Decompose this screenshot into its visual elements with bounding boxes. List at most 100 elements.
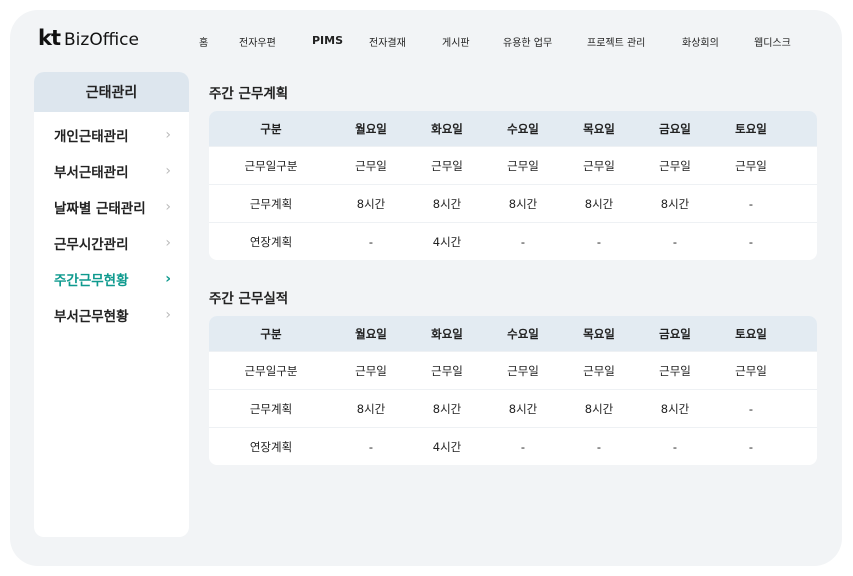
nav-pims[interactable]: PIMS — [312, 34, 343, 47]
row-label: 연장계획 — [249, 234, 293, 249]
nav-approval[interactable]: 전자결재 — [369, 34, 406, 49]
header-cell: 토요일 — [735, 121, 767, 136]
table-cell: 근무일 — [735, 363, 767, 378]
sidebar-item-label: 부서근무현황 — [54, 309, 129, 325]
sidebar-item-personal-attendance[interactable]: 개인근태관리 › — [34, 117, 189, 153]
app-window: kt BizOffice 홈 전자우편 PIMS 전자결재 게시판 유용한 업무… — [10, 10, 842, 566]
header-cell: 화요일 — [431, 326, 463, 341]
weekly-actual-table: 구분 월요일 화요일 수요일 목요일 금요일 토요일 근무일구분 근무일 근무일… — [209, 316, 817, 465]
header-cell: 구분 — [260, 326, 282, 341]
header-cell: 금요일 — [659, 326, 691, 341]
weekly-plan-title: 주간 근무계획 — [209, 86, 289, 102]
table-row: 근무일구분 근무일 근무일 근무일 근무일 근무일 근무일 — [209, 146, 817, 184]
table-cell: - — [748, 196, 754, 211]
sidebar-item-dept-work-status[interactable]: 부서근무현황 › — [34, 297, 189, 333]
table-cell: 4시간 — [432, 439, 462, 454]
table-cell: 8시간 — [660, 401, 690, 416]
table-cell: 8시간 — [432, 196, 462, 211]
nav-web-disk[interactable]: 웹디스크 — [754, 34, 791, 49]
table-cell: 4시간 — [432, 234, 462, 249]
table-cell: 근무일 — [431, 363, 463, 378]
table-header-row: 구분 월요일 화요일 수요일 목요일 금요일 토요일 — [209, 111, 817, 146]
table-cell: - — [520, 439, 526, 454]
table-cell: 8시간 — [356, 401, 386, 416]
nav-video-conference[interactable]: 화상회의 — [682, 34, 719, 49]
table-cell: 8시간 — [508, 196, 538, 211]
table-cell: 8시간 — [356, 196, 386, 211]
weekly-plan-table: 구분 월요일 화요일 수요일 목요일 금요일 토요일 근무일구분 근무일 근무일… — [209, 111, 817, 260]
sidebar-item-label: 개인근태관리 — [54, 129, 129, 145]
sidebar-title: 근태관리 — [34, 72, 189, 112]
nav-email[interactable]: 전자우편 — [239, 34, 276, 49]
header-cell: 목요일 — [583, 326, 615, 341]
table-cell: 8시간 — [584, 196, 614, 211]
table-cell: - — [596, 439, 602, 454]
nav-home[interactable]: 홈 — [199, 34, 208, 49]
chevron-right-icon: › — [165, 271, 171, 287]
chevron-right-icon: › — [165, 199, 171, 215]
table-row: 연장계획 - 4시간 - - - - — [209, 222, 817, 260]
nav-project-management[interactable]: 프로젝트 관리 — [587, 34, 645, 49]
chevron-right-icon: › — [165, 163, 171, 179]
row-label: 연장계획 — [249, 439, 293, 454]
table-cell: - — [672, 439, 678, 454]
header-cell: 수요일 — [507, 326, 539, 341]
sidebar-item-weekly-status[interactable]: 주간근무현황 › — [34, 261, 189, 297]
nav-board[interactable]: 게시판 — [442, 34, 470, 49]
table-cell: 8시간 — [432, 401, 462, 416]
table-cell: 8시간 — [660, 196, 690, 211]
table-cell: - — [672, 234, 678, 249]
sidebar-item-work-hours[interactable]: 근무시간관리 › — [34, 225, 189, 261]
table-cell: 근무일 — [355, 363, 387, 378]
sidebar-item-label: 주간근무현황 — [54, 273, 129, 289]
top-navigation-bar: kt BizOffice 홈 전자우편 PIMS 전자결재 게시판 유용한 업무… — [10, 10, 842, 60]
sidebar-item-dept-attendance[interactable]: 부서근태관리 › — [34, 153, 189, 189]
table-cell: - — [596, 234, 602, 249]
chevron-right-icon: › — [165, 235, 171, 251]
sidebar-item-label: 근무시간관리 — [54, 237, 129, 253]
chevron-right-icon: › — [165, 307, 171, 323]
table-cell: 근무일 — [431, 158, 463, 173]
header-cell: 월요일 — [355, 326, 387, 341]
row-label: 근무일구분 — [244, 363, 298, 378]
row-label: 근무계획 — [249, 196, 293, 211]
table-cell: 근무일 — [659, 158, 691, 173]
table-cell: - — [748, 401, 754, 416]
sidebar-item-date-attendance[interactable]: 날짜별 근태관리 › — [34, 189, 189, 225]
table-row: 근무계획 8시간 8시간 8시간 8시간 8시간 - — [209, 389, 817, 427]
table-cell: - — [520, 234, 526, 249]
bizoffice-logo[interactable]: kt BizOffice — [38, 26, 139, 51]
header-cell: 토요일 — [735, 326, 767, 341]
table-cell: 근무일 — [355, 158, 387, 173]
sidebar-item-label: 부서근태관리 — [54, 165, 129, 181]
table-cell: 근무일 — [583, 363, 615, 378]
table-cell: - — [748, 234, 754, 249]
table-cell: - — [368, 439, 374, 454]
nav-useful-tasks[interactable]: 유용한 업무 — [503, 34, 552, 49]
table-row: 근무일구분 근무일 근무일 근무일 근무일 근무일 근무일 — [209, 351, 817, 389]
table-header-row: 구분 월요일 화요일 수요일 목요일 금요일 토요일 — [209, 316, 817, 351]
header-cell: 화요일 — [431, 121, 463, 136]
sidebar: 근태관리 개인근태관리 › 부서근태관리 › 날짜별 근태관리 › 근무시간관리… — [34, 72, 189, 537]
header-cell: 목요일 — [583, 121, 615, 136]
row-label: 근무일구분 — [244, 158, 298, 173]
header-cell: 금요일 — [659, 121, 691, 136]
table-cell: 8시간 — [584, 401, 614, 416]
header-cell: 구분 — [260, 121, 282, 136]
table-cell: 8시간 — [508, 401, 538, 416]
table-row: 근무계획 8시간 8시간 8시간 8시간 8시간 - — [209, 184, 817, 222]
table-cell: 근무일 — [507, 363, 539, 378]
table-cell: 근무일 — [735, 158, 767, 173]
table-cell: - — [368, 234, 374, 249]
table-cell: 근무일 — [583, 158, 615, 173]
logo-kt-mark: kt — [38, 26, 61, 50]
table-cell: 근무일 — [659, 363, 691, 378]
logo-product-name: BizOffice — [64, 30, 139, 50]
weekly-actual-title: 주간 근무실적 — [209, 291, 289, 307]
sidebar-item-label: 날짜별 근태관리 — [54, 201, 146, 217]
row-label: 근무계획 — [249, 401, 293, 416]
table-cell: - — [748, 439, 754, 454]
table-cell: 근무일 — [507, 158, 539, 173]
table-row: 연장계획 - 4시간 - - - - — [209, 427, 817, 465]
chevron-right-icon: › — [165, 127, 171, 143]
